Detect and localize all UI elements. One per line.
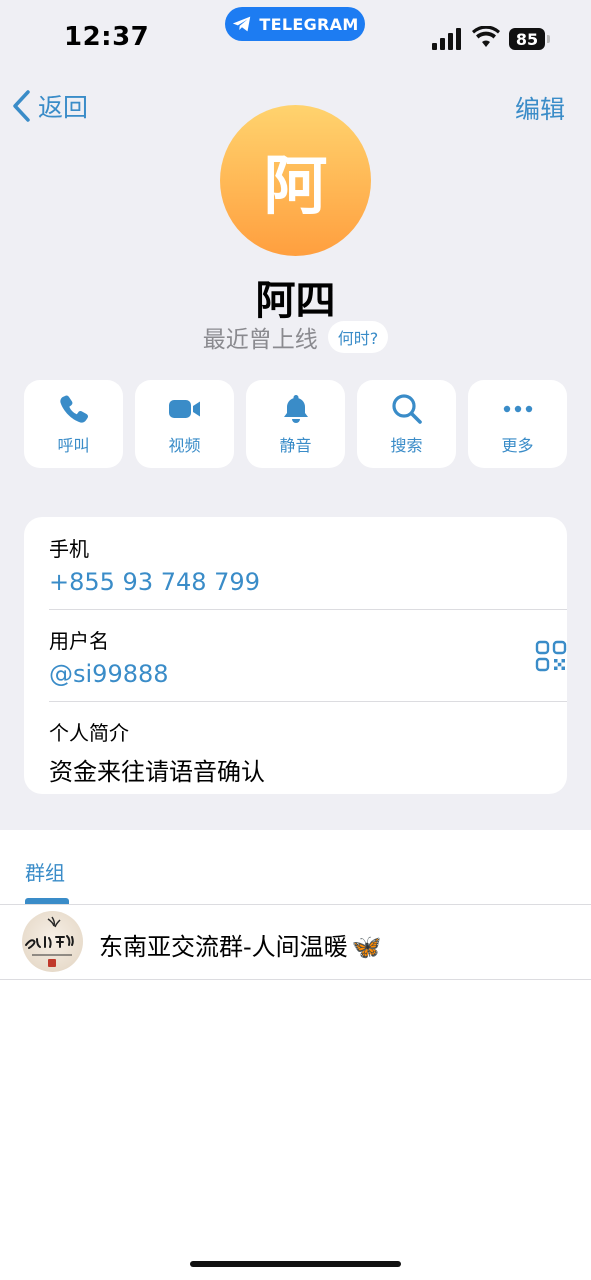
- action-bar: 呼叫 视频 静音 搜索 更多: [24, 380, 567, 468]
- divider: [0, 979, 591, 980]
- phone-value[interactable]: +855 93 748 799: [49, 568, 567, 596]
- more-button[interactable]: 更多: [468, 380, 567, 468]
- last-seen-row: 最近曾上线 何时?: [0, 320, 591, 354]
- tab-groups[interactable]: 群组: [25, 857, 65, 886]
- profile-avatar[interactable]: 阿: [220, 105, 371, 256]
- battery-indicator: 85: [509, 28, 550, 50]
- wifi-icon: [472, 26, 500, 47]
- telegram-pill[interactable]: TELEGRAM: [225, 7, 365, 41]
- bio-row: 个人简介 资金来往请语音确认: [49, 717, 567, 787]
- bell-icon: [283, 395, 308, 423]
- avatar-initial: 阿: [263, 149, 328, 224]
- video-button[interactable]: 视频: [135, 380, 234, 468]
- video-icon: [168, 400, 200, 418]
- divider: [49, 701, 567, 702]
- back-label: 返回: [38, 93, 89, 122]
- qr-code-icon[interactable]: [535, 640, 567, 672]
- signal-icon: [432, 28, 461, 50]
- search-icon: [391, 394, 422, 424]
- call-button[interactable]: 呼叫: [24, 380, 123, 468]
- video-label: 视频: [168, 436, 201, 455]
- bio-value: 资金来往请语音确认: [49, 758, 265, 786]
- group-avatar: [22, 911, 83, 972]
- phone-icon: [59, 395, 88, 423]
- mute-label: 静音: [279, 436, 312, 455]
- search-label: 搜索: [390, 436, 423, 455]
- username-label: 用户名: [49, 629, 109, 653]
- more-label: 更多: [501, 436, 534, 455]
- groups-section: 群组 东南亚交流群-人间温暖 🦋: [0, 830, 591, 1280]
- bio-label: 个人简介: [49, 721, 129, 745]
- list-item[interactable]: 东南亚交流群-人间温暖 🦋: [0, 905, 591, 979]
- group-name: 东南亚交流群-人间温暖 🦋: [99, 927, 382, 962]
- battery-level: 85: [515, 29, 539, 49]
- info-card: 手机 +855 93 748 799 用户名 @si99888 个人简介 资金来…: [24, 517, 567, 794]
- call-label: 呼叫: [57, 436, 90, 455]
- profile-name: 阿四: [255, 278, 336, 324]
- back-button[interactable]: 返回: [10, 86, 88, 126]
- last-seen-text: 最近曾上线: [202, 327, 318, 353]
- username-value[interactable]: @si99888: [49, 660, 567, 688]
- search-button[interactable]: 搜索: [357, 380, 456, 468]
- edit-button[interactable]: 编辑: [515, 90, 565, 126]
- chevron-left-icon: [13, 90, 30, 122]
- home-indicator[interactable]: [190, 1261, 401, 1267]
- when-chip[interactable]: 何时?: [327, 321, 389, 353]
- telegram-pill-label: TELEGRAM: [259, 14, 359, 34]
- phone-row[interactable]: 手机 +855 93 748 799: [49, 533, 567, 596]
- group-avatar-image: [25, 916, 74, 967]
- mute-button[interactable]: 静音: [246, 380, 345, 468]
- group-name-text: 东南亚交流群-人间温暖: [99, 933, 348, 961]
- divider: [49, 609, 567, 610]
- phone-label: 手机: [49, 537, 89, 561]
- username-row[interactable]: 用户名 @si99888: [49, 625, 567, 688]
- status-time: 12:37: [64, 22, 150, 52]
- telegram-icon: [233, 16, 251, 32]
- more-icon: [503, 405, 532, 413]
- status-bar: 12:37 TELEGRAM 85: [0, 0, 591, 80]
- butterfly-emoji: 🦋: [351, 933, 382, 961]
